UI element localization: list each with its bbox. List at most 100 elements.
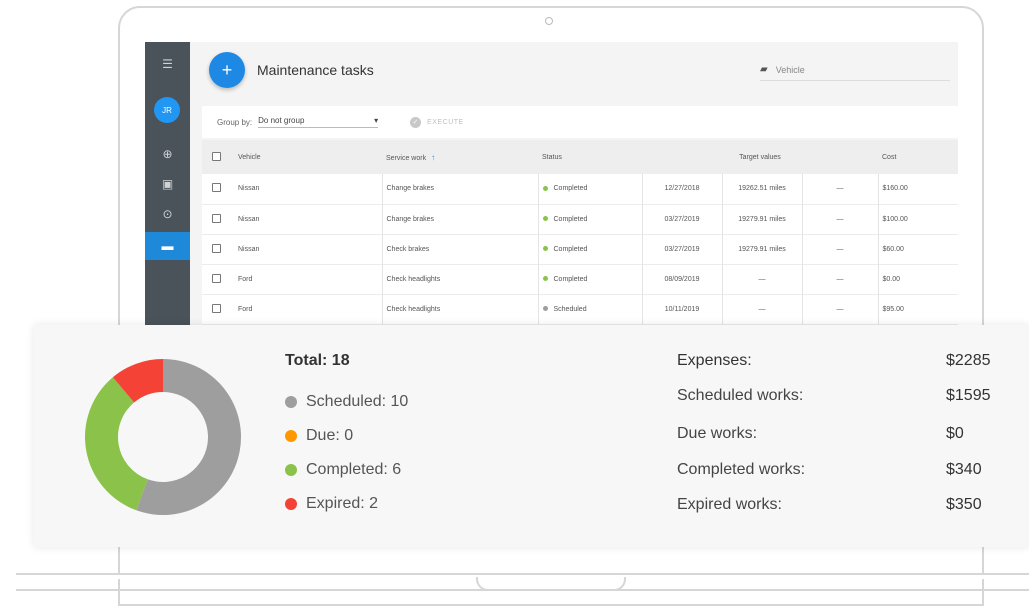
group-by-label: Group by: xyxy=(217,117,253,127)
legend-dot-icon xyxy=(285,464,297,476)
cell-service-work: Change brakes xyxy=(381,204,538,234)
add-task-button[interactable]: + xyxy=(209,52,245,88)
column-header-status[interactable]: Status xyxy=(538,140,642,174)
cell-service-work: Change brakes xyxy=(381,174,538,204)
status-dot-icon xyxy=(542,185,548,191)
cell-service-work: Check brakes xyxy=(381,234,538,264)
expenses-label: Expenses: xyxy=(677,352,752,369)
laptop-screen: ☰ JR ⊕ ▣ ⊙ ▬ + Maintenance tasks ▰ Vehic… xyxy=(145,42,958,332)
cell-service-work: Check headlights xyxy=(381,294,538,324)
car-icon[interactable]: ▬ xyxy=(145,232,190,260)
column-header-cost[interactable]: Cost xyxy=(878,140,958,174)
legend-item-completed: Completed: 6 xyxy=(285,461,401,479)
row-checkbox[interactable] xyxy=(212,273,221,283)
legend-label: Completed: 6 xyxy=(306,461,402,478)
table-row[interactable]: Nissan Change brakes Completed 12/27/2018 19… xyxy=(202,174,958,204)
vehicle-filter[interactable]: ▰ Vehicle xyxy=(760,64,950,81)
cell-status: Completed xyxy=(537,204,642,234)
expired-works-value: $350 xyxy=(946,496,982,513)
cell-cost: $60.00 xyxy=(877,234,958,264)
cell-target-date: 10/11/2019 xyxy=(641,294,722,324)
select-all-checkbox[interactable] xyxy=(212,151,221,161)
cell-target-other: — xyxy=(801,264,878,294)
table-row[interactable]: Ford Check headlights Scheduled 10/11/2019—… xyxy=(202,294,958,324)
legend-label: Expired: 2 xyxy=(306,495,379,512)
scheduled-works-value: $1595 xyxy=(946,387,991,404)
cell-status: Completed xyxy=(537,264,642,294)
execute-button[interactable]: ✓ EXECUTE xyxy=(410,116,464,128)
row-checkbox[interactable] xyxy=(212,183,221,193)
column-header-target-values[interactable]: Target values xyxy=(642,140,878,174)
row-checkbox[interactable] xyxy=(212,303,221,313)
main-content: + Maintenance tasks ▰ Vehicle Group by: … xyxy=(190,42,958,332)
cell-target-other: — xyxy=(801,234,878,264)
legend-item-scheduled: Scheduled: 10 xyxy=(285,393,408,411)
table-row[interactable]: Nissan Change brakes Completed 03/27/2019 19… xyxy=(202,204,958,234)
expired-works-label: Expired works: xyxy=(677,496,782,513)
legend-dot-icon xyxy=(285,430,297,442)
cell-cost: $95.00 xyxy=(877,294,958,324)
laptop-notch xyxy=(476,577,626,591)
column-header-vehicle[interactable]: Vehicle xyxy=(234,140,382,174)
row-checkbox[interactable] xyxy=(212,243,221,253)
status-donut-chart xyxy=(85,359,242,515)
execute-label: EXECUTE xyxy=(427,118,464,126)
status-label: Completed xyxy=(553,215,588,223)
cell-target-date: 03/27/2019 xyxy=(641,204,722,234)
status-label: Completed xyxy=(553,275,588,283)
legend-dot-icon xyxy=(285,396,297,408)
expenses-value: $2285 xyxy=(946,352,991,369)
status-dot-icon xyxy=(542,276,548,282)
car-icon: ▰ xyxy=(760,64,768,75)
avatar[interactable]: JR xyxy=(154,97,180,123)
summary-card: Total: 18 Scheduled: 10 Due: 0 Completed… xyxy=(34,325,1029,547)
legend-item-expired: Expired: 2 xyxy=(285,495,378,513)
legend-label: Due: 0 xyxy=(306,427,354,444)
cell-target-other: — xyxy=(801,204,878,234)
status-dot-icon xyxy=(542,306,548,312)
table-header-row: Vehicle Service work ↑ Status Target valu… xyxy=(202,140,958,174)
completed-works-value: $340 xyxy=(946,461,982,478)
total-count: Total: 18 xyxy=(285,352,350,369)
cell-target-date: 12/27/2018 xyxy=(641,174,722,204)
dropdown-arrow-icon: ▾ xyxy=(374,116,379,125)
cell-target-miles: 19279.91 miles xyxy=(721,204,802,234)
scheduled-works-label: Scheduled works: xyxy=(677,387,804,404)
group-by-value: Do not group xyxy=(258,116,305,125)
status-label: Completed xyxy=(553,245,588,253)
vehicle-filter-underline xyxy=(760,80,950,81)
row-checkbox[interactable] xyxy=(212,213,221,223)
cell-service-work: Check headlights xyxy=(381,264,538,294)
cell-target-miles: — xyxy=(721,264,802,294)
due-works-value: $0 xyxy=(946,425,964,442)
completed-works-label: Completed works: xyxy=(677,461,806,478)
legend-label: Scheduled: 10 xyxy=(306,393,409,410)
cell-target-miles: 19279.91 miles xyxy=(721,234,802,264)
toolbar: Group by: Do not group ▾ ✓ EXECUTE xyxy=(202,106,958,138)
table-row[interactable]: Nissan Check brakes Completed 03/27/2019 192… xyxy=(202,234,958,264)
status-label: Scheduled xyxy=(553,305,587,313)
location-icon[interactable]: ⊙ xyxy=(145,200,190,228)
table-row[interactable]: Ford Check headlights Completed 08/09/2019—… xyxy=(202,264,958,294)
status-dot-icon xyxy=(542,246,548,252)
cell-vehicle: Nissan xyxy=(238,185,260,193)
group-by-select[interactable]: Do not group ▾ xyxy=(258,116,379,128)
status-dot-icon xyxy=(542,216,548,222)
vehicle-filter-placeholder: Vehicle xyxy=(775,64,805,75)
cell-vehicle: Ford xyxy=(238,275,253,283)
chart-icon[interactable]: ▣ xyxy=(145,170,190,198)
cell-status: Scheduled xyxy=(537,294,642,324)
menu-icon[interactable]: ☰ xyxy=(145,50,190,78)
cell-status: Completed xyxy=(537,174,642,204)
cell-vehicle: Nissan xyxy=(238,245,260,253)
status-label: Completed xyxy=(553,185,588,193)
cell-target-miles: — xyxy=(721,294,802,324)
globe-icon[interactable]: ⊕ xyxy=(145,140,190,168)
cell-target-other: — xyxy=(801,174,878,204)
cell-cost: $160.00 xyxy=(877,174,958,204)
cell-cost: $100.00 xyxy=(877,204,958,234)
sidebar: ☰ JR ⊕ ▣ ⊙ ▬ xyxy=(145,42,190,332)
cell-status: Completed xyxy=(537,234,642,264)
cell-vehicle: Nissan xyxy=(238,215,260,223)
column-header-service-work[interactable]: Service work ↑ xyxy=(382,140,538,174)
